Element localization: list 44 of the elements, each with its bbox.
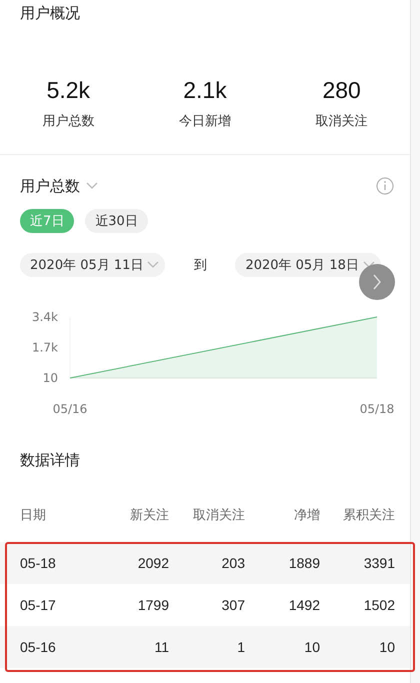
table-cell-text: 10 [303,639,320,655]
range-chip[interactable]: 近30日 [85,209,148,233]
chevron-down-icon [147,261,160,269]
stat-value: 5.2k [46,77,90,104]
table-cell-text: 05-16 [20,639,57,655]
axis-label: 1.7k [32,340,58,355]
axis-label: 05/16 [52,402,88,416]
date-picker[interactable]: 2020年 05月 18日 [235,253,381,277]
table-cell-text: 1502 [362,597,395,613]
column-header: 日期 [20,507,47,524]
stat-label: 取消关注 [316,113,368,130]
axis-label: 10 [42,371,58,385]
table-cell-text: 203 [220,555,245,571]
section-title: 用户概况 [19,4,81,23]
table-cell-text: 1 [236,639,245,655]
column-header: 净增 [293,507,320,524]
table-cell-text: 05-18 [20,555,57,571]
table-cell-text: 1799 [136,597,169,613]
info-icon[interactable] [376,177,394,195]
column-header: 累积关注 [342,507,395,524]
column-header: 取消关注 [192,507,245,524]
table-cell-text: 2092 [136,555,169,571]
table-cell-text: 1492 [288,597,320,613]
chevron-down-icon [86,182,98,190]
metric-title[interactable]: 用户总数 [20,176,80,196]
table-cell-text: 1889 [288,555,320,571]
stat-value: 2.1k [183,77,227,104]
axis-label: 3.4k [32,310,58,324]
axis-label: 05/18 [360,402,394,416]
next-button[interactable] [359,264,395,300]
chevron-down-icon [362,261,375,269]
date-picker[interactable]: 2020年 05月 11日 [20,253,166,277]
table-cell-text: 307 [220,597,245,613]
table-cell-text: 3391 [362,555,395,571]
separator-text: 到 [192,257,208,274]
table-cell-text: 10 [378,639,395,655]
stat-value: 280 [322,77,361,104]
table-cell-text: 11 [153,639,169,655]
table-cell-text: 05-17 [20,597,57,613]
column-header: 新关注 [129,507,169,524]
chevron-right-icon [372,274,382,290]
stat-label: 今日新增 [178,113,231,130]
stat-label: 用户总数 [42,113,94,130]
section-title: 数据详情 [19,451,81,470]
